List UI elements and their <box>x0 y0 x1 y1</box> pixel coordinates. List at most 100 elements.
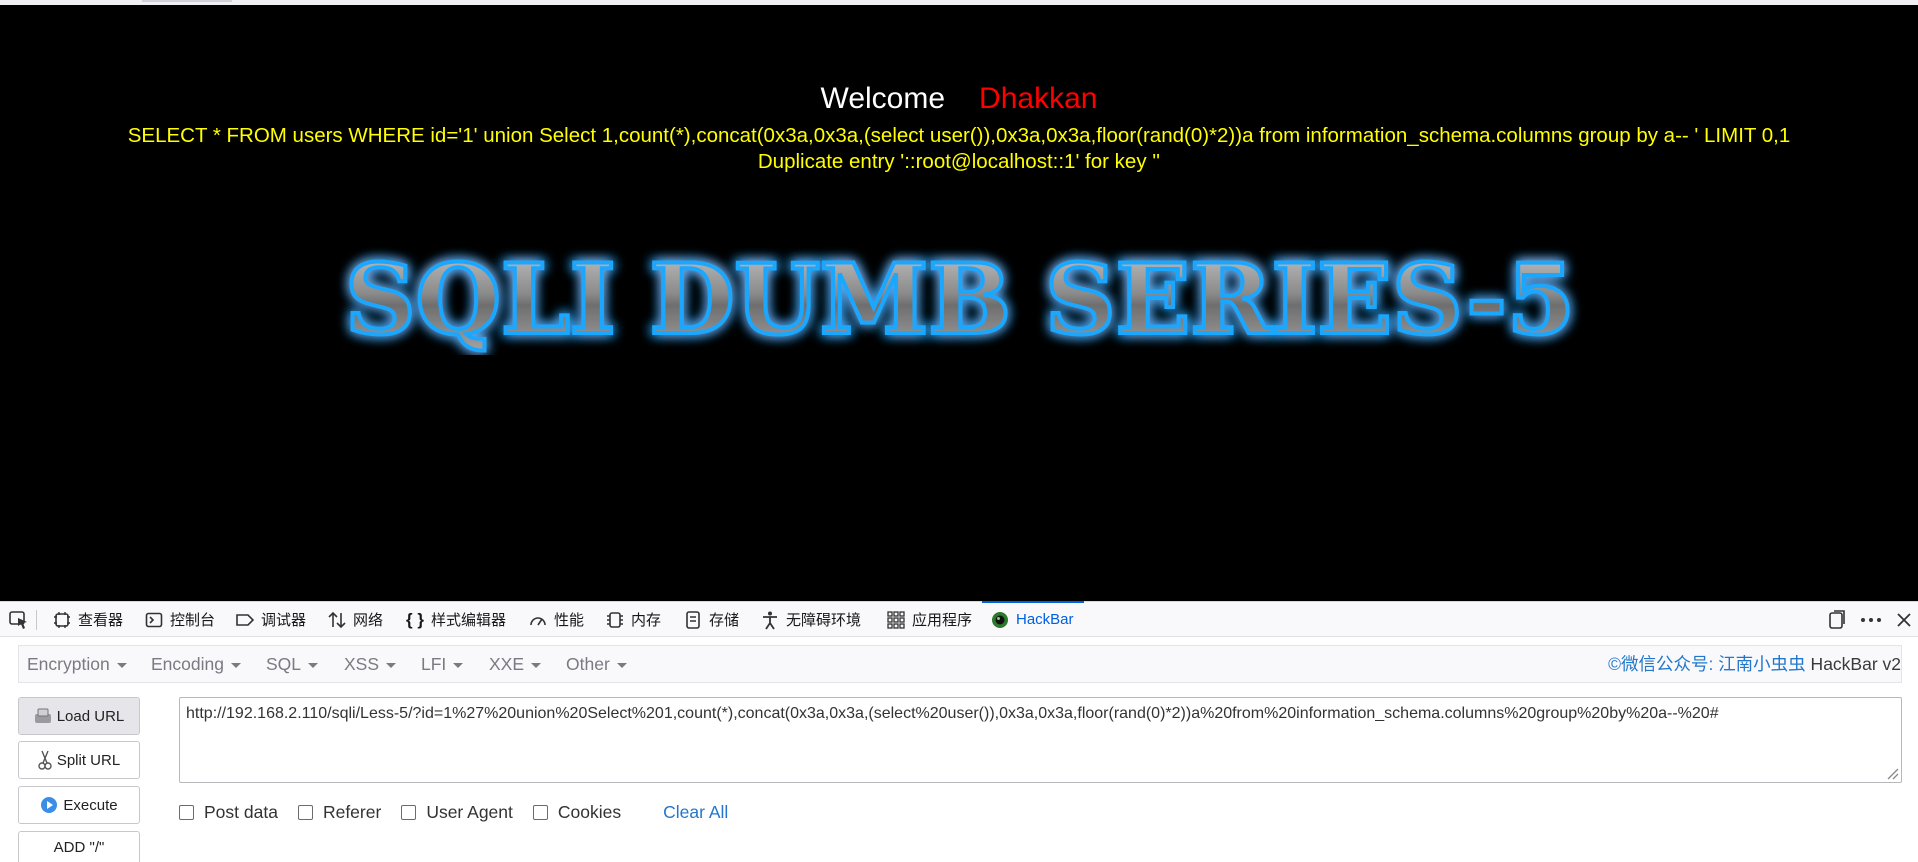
tab-inspector[interactable]: 查看器 <box>52 602 123 637</box>
add-slash-button[interactable]: ADD "/" <box>18 831 140 862</box>
tab-label: 性能 <box>554 612 585 629</box>
chevron-down-icon <box>616 662 627 668</box>
button-label: Split URL <box>56 751 121 769</box>
tab-console[interactable]: 控制台 <box>144 602 215 637</box>
console-icon <box>144 610 164 630</box>
menu-encryption[interactable]: Encryption <box>27 646 127 682</box>
more-options-icon[interactable] <box>1860 602 1882 637</box>
menu-lfi[interactable]: LFI <box>421 646 464 682</box>
play-icon <box>40 796 58 814</box>
hackbar-menubar: Encryption Encoding SQL XSS LFI XXE Othe… <box>18 645 1902 683</box>
url-value: http://192.168.2.110/sqli/Less-5/?id=1%2… <box>186 705 1719 722</box>
execute-button[interactable]: Execute <box>18 786 140 824</box>
tab-hackbar[interactable]: HackBar <box>982 601 1084 637</box>
tab-storage[interactable]: 存储 <box>683 602 739 637</box>
tab-label: 样式编辑器 <box>431 612 507 629</box>
referer-checkbox[interactable]: Referer <box>297 801 382 823</box>
chevron-down-icon <box>230 662 241 668</box>
sql-error-text: Duplicate entry '::root@localhost::1' fo… <box>757 150 1161 173</box>
devtools-toolbar: 查看器 控制台 调试器 网络 { } 样式编辑器 性能 内存 存储 无障碍环境 … <box>0 601 1918 637</box>
resize-handle-icon[interactable] <box>1885 766 1899 780</box>
tab-label: HackBar <box>1016 611 1074 628</box>
button-label: ADD "/" <box>53 838 105 856</box>
checkbox-box[interactable] <box>532 804 548 820</box>
checkbox-label: User Agent <box>426 801 513 822</box>
menu-label: XXE <box>489 654 525 674</box>
checkbox-box[interactable] <box>297 804 313 820</box>
tab-debugger[interactable]: 调试器 <box>235 602 306 637</box>
menu-label: Encoding <box>151 654 224 674</box>
memory-icon <box>605 610 625 630</box>
hackbar-icon <box>990 610 1010 630</box>
menu-label: SQL <box>266 654 302 674</box>
tab-label: 存储 <box>709 612 740 629</box>
welcome-line: Welcome Dhakkan <box>0 82 1918 116</box>
tab-label: 查看器 <box>78 612 124 629</box>
credit-link[interactable]: 江南小虫虫 <box>1718 654 1806 674</box>
url-textarea[interactable]: http://192.168.2.110/sqli/Less-5/?id=1%2… <box>179 697 1902 783</box>
debugger-icon <box>235 610 255 630</box>
load-icon <box>34 708 52 724</box>
tab-indicator <box>142 0 232 2</box>
checkbox-box[interactable] <box>179 804 194 820</box>
tab-application[interactable]: 应用程序 <box>886 602 972 637</box>
menu-sql[interactable]: SQL <box>266 646 319 682</box>
accessibility-icon <box>760 610 780 630</box>
menu-label: LFI <box>421 654 447 674</box>
menu-label: Other <box>566 654 610 674</box>
menu-other[interactable]: Other <box>566 646 627 682</box>
checkbox-label: Cookies <box>557 801 622 822</box>
chevron-down-icon <box>531 662 542 668</box>
split-url-button[interactable]: Split URL <box>18 741 140 779</box>
post-data-checkbox[interactable]: Post data <box>179 802 278 823</box>
inspector-icon <box>52 610 72 630</box>
chevron-down-icon <box>116 662 127 668</box>
tab-label: 应用程序 <box>912 612 973 629</box>
credit-prefix: ©微信公众号: <box>1608 654 1719 674</box>
scissors-icon <box>38 750 52 770</box>
menu-label: XSS <box>344 654 380 674</box>
dock-toggle-icon[interactable] <box>1828 602 1846 637</box>
tab-memory[interactable]: 内存 <box>605 602 661 637</box>
menu-label: Encryption <box>27 654 110 674</box>
sqli-banner-image: SQLI DUMB SERIES-5 <box>343 245 1577 355</box>
storage-icon <box>683 610 703 630</box>
clear-all-link[interactable]: Clear All <box>663 802 728 823</box>
button-label: Execute <box>63 796 118 814</box>
hackbar-credit: ©微信公众号: 江南小虫虫 HackBar v2 <box>1608 646 1901 682</box>
banner-text: SQLI DUMB SERIES-5 <box>345 245 1575 355</box>
chevron-down-icon <box>308 662 319 668</box>
menu-xxe[interactable]: XXE <box>489 646 542 682</box>
load-url-button[interactable]: Load URL <box>18 697 140 735</box>
sql-query-text: SELECT * FROM users WHERE id='1' union S… <box>127 124 1791 147</box>
credit-suffix: HackBar v2 <box>1805 654 1901 674</box>
application-icon <box>886 610 906 630</box>
menu-xss[interactable]: XSS <box>344 646 397 682</box>
tab-label: 无障碍环境 <box>786 612 862 629</box>
tab-style-editor[interactable]: { } 样式编辑器 <box>405 602 506 637</box>
page-viewport: Welcome Dhakkan SELECT * FROM users WHERE… <box>0 5 1918 601</box>
element-picker-icon[interactable] <box>8 609 32 631</box>
tab-label: 内存 <box>631 612 662 629</box>
tab-network[interactable]: 网络 <box>327 602 383 637</box>
button-label: Load URL <box>56 707 125 725</box>
tab-label: 网络 <box>353 612 384 629</box>
tab-label: 控制台 <box>170 612 216 629</box>
network-icon <box>327 610 347 630</box>
tab-accessibility[interactable]: 无障碍环境 <box>760 602 861 637</box>
tab-performance[interactable]: 性能 <box>528 602 584 637</box>
menu-encoding[interactable]: Encoding <box>151 646 241 682</box>
hackbar-panel: Encryption Encoding SQL XSS LFI XXE Othe… <box>0 637 1918 862</box>
checkbox-box[interactable] <box>401 804 417 820</box>
chevron-down-icon <box>453 662 464 668</box>
toolbar-separator <box>36 610 37 630</box>
cookies-checkbox[interactable]: Cookies <box>532 801 622 823</box>
checkbox-label: Referer <box>322 801 382 822</box>
chevron-down-icon <box>386 662 397 668</box>
user-agent-checkbox[interactable]: User Agent <box>401 802 513 823</box>
checkbox-label: Post data <box>204 801 278 822</box>
user-name: Dhakkan <box>979 82 1098 115</box>
options-row: Post data Referer User Agent Cookies Cle… <box>179 799 728 825</box>
close-devtools-icon[interactable] <box>1896 602 1912 637</box>
performance-icon <box>528 610 548 630</box>
